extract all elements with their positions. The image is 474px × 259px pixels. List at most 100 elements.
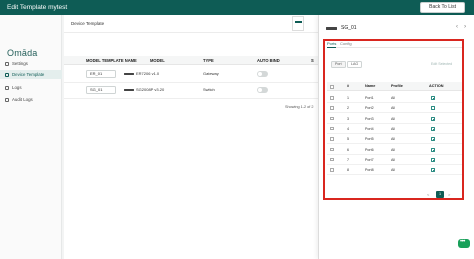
port-profile: All (391, 126, 395, 131)
tab-config[interactable]: Config (340, 40, 352, 47)
sidebar-item-label: Settings (12, 61, 28, 66)
device-template-card: Device Template MODEL TEMPLATE NAME MODE… (64, 15, 318, 259)
port-name: Port7 (365, 157, 374, 162)
port-profile: All (391, 106, 395, 111)
sidebar-item-audit-logs[interactable]: Audit Logs (0, 95, 62, 104)
column-header: S (311, 58, 314, 63)
close-icon[interactable]: › (464, 23, 466, 30)
row-checkbox[interactable] (330, 106, 334, 110)
chat-icon: ••• (460, 239, 465, 245)
sidebar-item-logs[interactable]: Logs (0, 83, 62, 92)
auto-bind-toggle[interactable] (257, 71, 268, 77)
pagination-summary: Showing 1-2 of 2 (285, 105, 314, 109)
table-header: MODEL TEMPLATE NAME MODEL TYPE AUTO BIND… (64, 56, 318, 65)
column-header: Profile (391, 84, 403, 88)
column-header: ACTION (429, 84, 444, 88)
drawer-tabs: Ports Config (327, 40, 462, 48)
next-page-button[interactable]: > (448, 191, 450, 198)
type-cell: Switch (203, 87, 215, 92)
sidebar-item-label: Audit Logs (12, 97, 33, 102)
edit-icon[interactable] (431, 116, 435, 121)
port-row[interactable]: 8 Port8 All (327, 165, 462, 176)
table-row[interactable]: ER_01 ER7206 v1.0 Gateway (64, 67, 318, 83)
port-profile: All (391, 96, 395, 100)
port-profile: All (391, 116, 395, 121)
port-profile: All (391, 157, 395, 162)
column-header: MODEL TEMPLATE NAME (86, 58, 137, 63)
model-label: SG2008P v3.20 (136, 87, 165, 92)
port-row[interactable]: 6 Port6 All (327, 145, 462, 155)
port-name: Port4 (365, 126, 374, 131)
port-row[interactable]: 5 Port5 All (327, 134, 462, 145)
column-header: AUTO BIND (257, 58, 280, 63)
row-checkbox[interactable] (330, 157, 334, 162)
template-icon (5, 72, 9, 77)
edit-icon[interactable] (431, 96, 435, 100)
port-number: 4 (347, 126, 349, 131)
port-number: 8 (347, 168, 349, 173)
edit-icon[interactable] (431, 126, 435, 131)
device-icon (295, 21, 302, 23)
filter-port-button[interactable]: Port (331, 61, 346, 68)
port-row[interactable]: 7 Port7 All (327, 155, 462, 165)
page-current[interactable]: 1 (436, 191, 444, 198)
port-name: Port3 (365, 116, 374, 121)
logs-icon (5, 85, 9, 90)
select-all-checkbox[interactable] (330, 85, 334, 89)
port-row[interactable]: 2 Port2 All (327, 103, 462, 114)
port-number: 6 (347, 147, 349, 152)
row-checkbox[interactable] (330, 96, 334, 100)
sidebar: Omāda Settings Device Template Logs Audi… (0, 15, 62, 259)
port-row[interactable]: 3 Port3 All (327, 114, 462, 124)
template-name-input[interactable]: ER_01 (86, 70, 116, 78)
omada-logo: Omāda (7, 48, 38, 58)
row-checkbox[interactable] (330, 147, 334, 151)
port-row[interactable]: 1 Port1 All (327, 93, 462, 103)
sidebar-item-label: Logs (12, 85, 22, 90)
sidebar-item-label: Device Template (12, 72, 45, 77)
ports-table-header: # Name Profile ACTION (327, 82, 462, 91)
audit-logs-icon (5, 97, 9, 102)
row-checkbox[interactable] (330, 137, 334, 141)
column-header: MODEL (150, 58, 165, 63)
edit-icon[interactable] (431, 137, 435, 142)
edit-icon[interactable] (431, 106, 435, 111)
tab-ports[interactable]: Ports (327, 40, 337, 48)
prev-page-button[interactable]: < (427, 191, 429, 198)
back-to-list-button[interactable]: Back To List (420, 2, 465, 13)
auto-bind-toggle[interactable] (257, 87, 268, 93)
collapse-icon[interactable]: ‹ (456, 24, 458, 30)
edit-icon[interactable] (431, 157, 435, 162)
device-preview-button[interactable] (292, 16, 304, 31)
table-row[interactable]: SG_01 SG2008P v3.20 Switch (64, 83, 318, 99)
column-header: TYPE (203, 58, 214, 63)
top-header: Edit Template mytest Back To List (0, 0, 474, 15)
port-number: 3 (347, 116, 349, 121)
divider (64, 32, 318, 33)
edit-icon[interactable] (431, 168, 435, 173)
port-number: 2 (347, 106, 349, 111)
drawer-title: SG_01 (341, 25, 357, 31)
filter-lag-button[interactable]: LAG (347, 61, 363, 68)
sidebar-item-device-template[interactable]: Device Template (0, 70, 62, 79)
settings-icon (5, 61, 9, 66)
device-icon (124, 88, 134, 92)
port-number: 7 (347, 157, 349, 162)
row-checkbox[interactable] (330, 116, 334, 121)
port-name: Port1 (365, 96, 374, 100)
chat-button[interactable]: ••• (458, 239, 470, 248)
sidebar-item-settings[interactable]: Settings (0, 59, 62, 68)
row-checkbox[interactable] (330, 126, 334, 131)
template-name-input[interactable]: SG_01 (86, 86, 116, 94)
row-checkbox[interactable] (330, 168, 334, 172)
card-title: Device Template (71, 21, 105, 26)
edit-icon[interactable] (431, 147, 435, 152)
port-profile: All (391, 137, 395, 142)
edit-selected-button[interactable]: Edit Selected (431, 61, 452, 68)
device-icon (124, 72, 134, 76)
type-cell: Gateway (203, 71, 219, 76)
port-number: 5 (347, 137, 349, 142)
port-row[interactable]: 4 Port4 All (327, 124, 462, 134)
switch-icon (326, 27, 337, 30)
model-cell: ER7206 v1.0 (124, 70, 159, 78)
